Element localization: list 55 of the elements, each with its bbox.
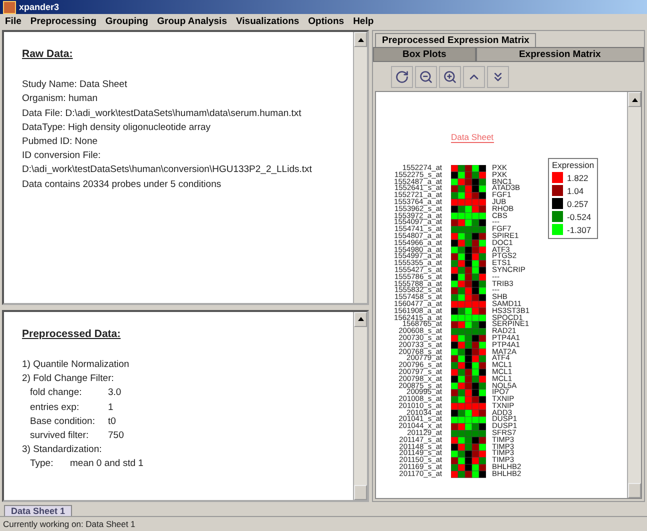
view-tab[interactable]: Box Plots <box>373 47 476 62</box>
scrollbar[interactable] <box>353 312 367 500</box>
legend-label: 1.822 <box>567 172 588 182</box>
scrollbar[interactable] <box>353 32 367 303</box>
legend-label: 1.04 <box>567 186 584 196</box>
scroll-down-button[interactable] <box>487 66 509 88</box>
info-line: ID conversion File: <box>22 150 102 162</box>
menu-item[interactable]: Grouping <box>105 16 148 26</box>
info-line: Study Name: Data Sheet <box>22 79 128 90</box>
info-line: Organism: human <box>22 93 99 104</box>
app-icon <box>3 0 16 14</box>
scrollbar[interactable] <box>627 92 641 498</box>
legend-title: Expression <box>552 160 594 170</box>
legend-label: 0.257 <box>567 198 588 208</box>
scroll-up-button[interactable] <box>463 66 485 88</box>
menu-item[interactable]: Help <box>353 16 374 26</box>
param-label: Type: <box>30 458 54 470</box>
refresh-icon <box>395 70 409 84</box>
status-text: Currently working on: Data Sheet 1 <box>3 519 136 529</box>
zoom-out-button[interactable] <box>415 66 437 88</box>
section-heading: Raw Data: <box>22 48 73 60</box>
zoom-out-icon <box>419 70 433 84</box>
menu-item[interactable]: Visualizations <box>236 16 300 26</box>
param-value: 3.0 <box>108 387 122 398</box>
param-value: 750 <box>108 430 125 441</box>
section-heading: Preprocessed Data: <box>22 328 121 340</box>
step-text: 1) Quantile Normalization <box>22 359 130 370</box>
param-value: mean 0 and std 1 <box>70 458 144 470</box>
step-text: 2) Fold Change Filter: <box>22 373 115 384</box>
view-tab[interactable]: Expression Matrix <box>476 47 644 62</box>
info-line: Pubmed ID: None <box>22 136 99 147</box>
matrix-title: Data Sheet <box>451 132 494 143</box>
param-value: t0 <box>108 416 117 427</box>
step-text: 3) Standardization: <box>22 444 103 456</box>
zoom-in-button[interactable] <box>439 66 461 88</box>
menu-item[interactable]: Preprocessing <box>30 16 96 26</box>
param-value: 1 <box>108 402 114 413</box>
menu-item[interactable]: Group Analysis <box>157 16 227 26</box>
param-label: fold change: <box>30 387 83 398</box>
legend-label: -0.524 <box>567 212 592 222</box>
info-line: Data File: D:\adi_work\testDataSets\humam\data\serum.human.txt <box>22 108 302 119</box>
sheet-tab[interactable]: Data Sheet 1 <box>4 505 72 516</box>
legend-label: -1.307 <box>567 224 592 234</box>
param-label: entries exp: <box>30 402 80 413</box>
menu-item[interactable]: Options <box>308 16 344 26</box>
zoom-in-icon <box>443 70 457 84</box>
panel-tab[interactable]: Preprocessed Expression Matrix <box>375 33 536 47</box>
param-label: Base condition: <box>30 416 96 427</box>
window-title: xpander3 <box>19 2 60 12</box>
info-line: Data contains 20334 probes under 5 conditions <box>22 178 222 190</box>
info-line: DataType: High density oligonucleotide array <box>22 122 212 133</box>
param-label: survived filter: <box>30 430 90 441</box>
refresh-button[interactable] <box>391 66 413 88</box>
menu-item[interactable]: File <box>5 16 22 26</box>
info-line: D:\adi_work\testDataSets\human\conversion\HGU133P2_2_LLids.txt <box>22 164 313 176</box>
